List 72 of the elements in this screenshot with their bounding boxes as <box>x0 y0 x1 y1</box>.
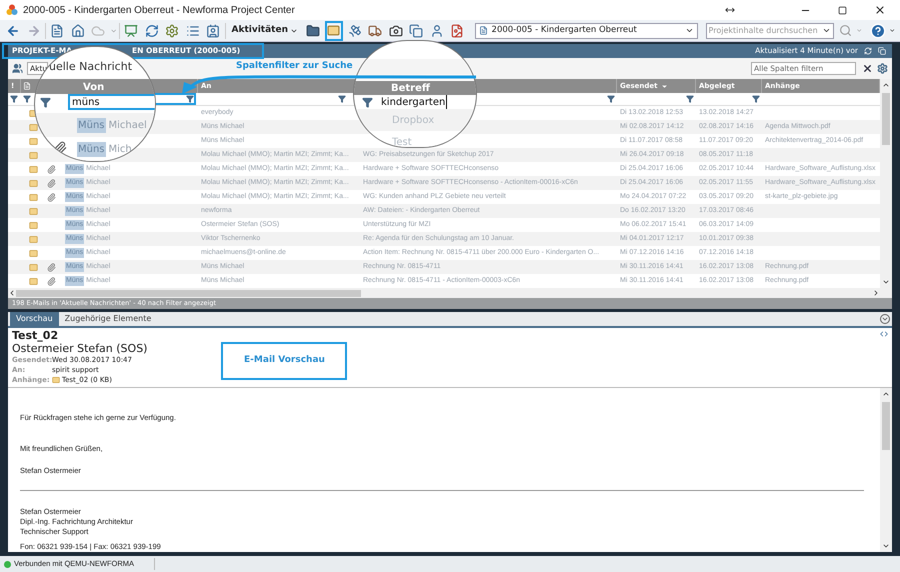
app-logo-icon <box>6 4 18 16</box>
vertical-scrollbar[interactable] <box>880 79 892 298</box>
filter-icon[interactable] <box>752 95 760 103</box>
help-icon[interactable] <box>868 20 888 40</box>
horizontal-scrollbar[interactable] <box>8 288 880 298</box>
filter-icon[interactable] <box>23 95 31 103</box>
project-dropdown[interactable]: 2000-005 - Kindergarten Oberreut <box>474 22 698 38</box>
activities-menu[interactable]: Aktivitäten <box>228 20 302 40</box>
scroll-left-icon[interactable] <box>8 289 16 297</box>
envelope-icon <box>29 234 38 244</box>
code-icon[interactable] <box>880 330 888 338</box>
subject-cell-text: Dropbox <box>392 114 434 128</box>
preview-tab[interactable]: Vorschau <box>10 312 59 326</box>
magnified-column-heading: Von <box>83 81 104 95</box>
close-icon[interactable] <box>874 4 886 16</box>
caret-icon <box>684 26 694 35</box>
envelope-icon <box>29 276 38 286</box>
email-subject: Test_02 <box>12 330 60 342</box>
envelope-icon <box>29 164 38 174</box>
scroll-up-icon[interactable] <box>882 81 890 89</box>
scroll-up-icon[interactable] <box>882 390 890 398</box>
filter-icon <box>40 97 51 108</box>
collapse-icon[interactable] <box>880 314 890 324</box>
vertical-scrollbar[interactable] <box>880 388 892 552</box>
annotation-label: E-Mail Vorschau <box>244 354 325 368</box>
popout-icon[interactable] <box>878 47 886 55</box>
scroll-down-icon[interactable] <box>882 542 890 550</box>
magnified-column-heading: Betreff <box>391 82 430 96</box>
annotation-label: Spaltenfilter zur Suche <box>236 60 353 73</box>
envelope-icon <box>29 150 38 160</box>
scroll-down-icon[interactable] <box>882 278 890 286</box>
filter-icon <box>362 97 373 108</box>
scrollbar-thumb[interactable] <box>882 93 890 145</box>
envelope-icon <box>29 206 38 216</box>
envelope-icon <box>29 262 38 272</box>
email-sender: Ostermeier Stefan (SOS) <box>12 342 148 355</box>
window-title: 2000-005 - Kindergarten Oberreut - Newforma Project Center <box>23 4 295 18</box>
envelope-icon <box>29 220 38 230</box>
scroll-right-icon[interactable] <box>872 289 880 297</box>
envelope-icon <box>29 248 38 258</box>
paperclip-icon <box>53 141 67 155</box>
envelope-icon <box>29 178 38 188</box>
sender-name: Michael <box>108 118 147 132</box>
envelope-icon <box>29 192 38 202</box>
document-icon <box>478 26 488 35</box>
magnified-dropdown-text: uelle Nachricht <box>49 60 132 74</box>
people-icon <box>12 63 23 74</box>
caret-icon[interactable] <box>889 27 896 34</box>
refresh-icon[interactable] <box>864 47 872 55</box>
resize-icon[interactable] <box>725 5 735 15</box>
filter-icon[interactable] <box>338 95 346 103</box>
filter-icon[interactable] <box>10 95 18 103</box>
maximize-icon[interactable] <box>838 6 847 14</box>
search-field[interactable]: Projektinhalte durchsuchen <box>706 22 834 38</box>
filter-icon[interactable] <box>607 95 615 103</box>
filter-icon[interactable] <box>186 95 194 103</box>
clear-icon[interactable] <box>862 63 873 74</box>
magnified-filter-field: müns <box>68 94 155 110</box>
sort-icon <box>660 82 668 90</box>
preview-tab[interactable]: Zugehörige Elemente <box>58 312 158 326</box>
scrollbar-thumb[interactable] <box>16 290 361 296</box>
document-icon <box>23 82 31 90</box>
scrollbar-thumb[interactable] <box>882 402 890 450</box>
search-match: Müns <box>77 142 106 156</box>
caret-icon <box>822 26 831 35</box>
search-match: Müns <box>77 118 106 132</box>
settings-icon[interactable] <box>877 63 888 74</box>
envelope-icon <box>29 136 38 146</box>
subject-cell-text: Test <box>392 136 412 147</box>
filter-icon[interactable] <box>686 95 694 103</box>
envelope-icon <box>52 376 60 384</box>
envelope-icon <box>29 122 38 132</box>
